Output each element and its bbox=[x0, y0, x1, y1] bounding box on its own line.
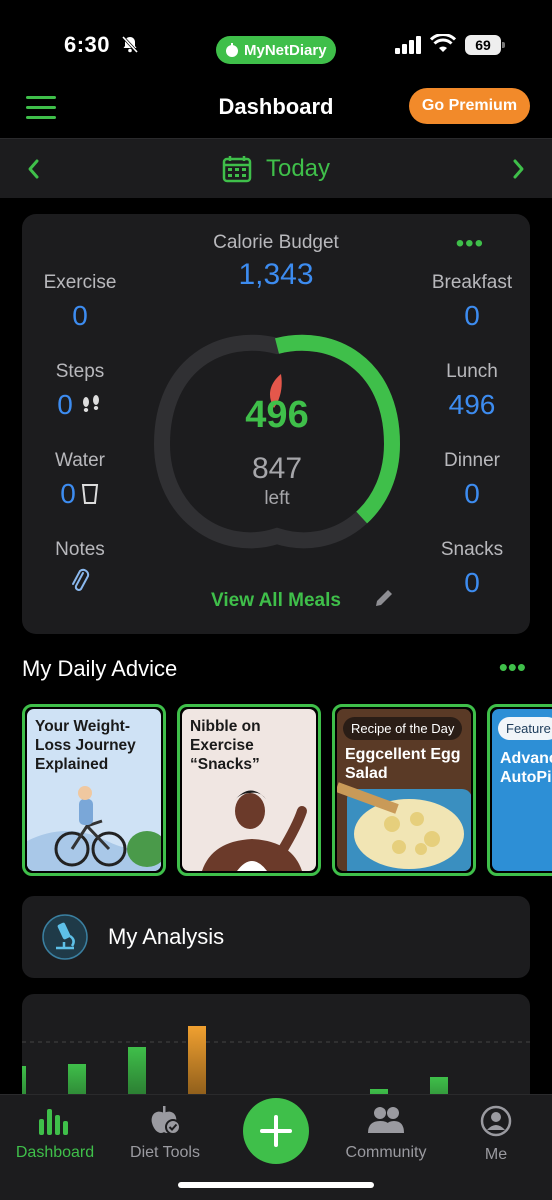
my-analysis-row[interactable]: My Analysis bbox=[22, 896, 530, 978]
breakfast-label: Breakfast bbox=[431, 272, 513, 293]
advice-tile-title: Nibble on Exercise “Snacks” bbox=[190, 718, 261, 773]
tab-dashboard[interactable]: Dashboard bbox=[0, 1105, 110, 1162]
date-selector[interactable]: Today bbox=[0, 155, 552, 183]
my-analysis-label: My Analysis bbox=[108, 924, 225, 949]
calories-left-value: 847 bbox=[251, 452, 303, 485]
water-stat[interactable]: Water 0 bbox=[20, 450, 140, 510]
wifi-icon bbox=[429, 33, 457, 59]
apple-check-icon bbox=[151, 1106, 181, 1135]
view-all-meals-link[interactable]: View All Meals bbox=[22, 590, 530, 612]
lunch-stat[interactable]: Lunch 496 bbox=[412, 361, 532, 421]
calorie-budget-label: Calorie Budget bbox=[213, 232, 339, 253]
microscope-icon bbox=[42, 914, 88, 965]
tab-label: Community bbox=[345, 1144, 427, 1161]
apple-logo-icon bbox=[226, 43, 238, 57]
status-bar: 6:30 MyNet Diary 69 bbox=[0, 0, 552, 78]
dinner-stat[interactable]: Dinner 0 bbox=[412, 450, 532, 510]
advice-tile-recipe[interactable]: Recipe of the Day Eggcellent Egg Salad bbox=[332, 704, 476, 876]
exercise-stat[interactable]: Exercise 0 bbox=[20, 272, 140, 332]
water-glass-icon bbox=[81, 484, 98, 504]
calories-left-label: left bbox=[264, 488, 290, 509]
brand-my: MyNet bbox=[244, 41, 290, 59]
tab-me[interactable]: Me bbox=[441, 1105, 551, 1164]
tab-label: Dashboard bbox=[15, 1144, 95, 1161]
add-entry-button[interactable] bbox=[243, 1098, 309, 1164]
calories-eaten: 496 bbox=[245, 394, 309, 436]
app-brand-pill: MyNet Diary bbox=[216, 36, 336, 64]
dinner-label: Dinner bbox=[444, 450, 500, 471]
calorie-summary-card: ••• Calorie Budget 1,343 Exercise 0 Step… bbox=[22, 214, 530, 634]
footprints-icon bbox=[82, 395, 99, 412]
cellular-signal-icon bbox=[395, 36, 423, 59]
bell-muted-icon bbox=[120, 34, 140, 59]
water-value: 0 bbox=[60, 478, 76, 509]
calendar-icon bbox=[222, 156, 252, 183]
steps-stat[interactable]: Steps 0 bbox=[20, 361, 140, 421]
app-header: Dashboard Go Premium bbox=[0, 78, 552, 138]
notes-stat[interactable]: Notes bbox=[20, 539, 140, 595]
battery-indicator: 69 bbox=[465, 35, 505, 55]
advice-tile-title: Your Weight-Loss Journey Explained bbox=[35, 718, 136, 773]
steps-label: Steps bbox=[55, 361, 105, 382]
feature-badge: Feature bbox=[498, 717, 552, 740]
tab-community[interactable]: Community bbox=[331, 1105, 441, 1162]
date-navigation: Today bbox=[0, 138, 552, 198]
tab-label: Me bbox=[484, 1146, 508, 1163]
people-icon bbox=[368, 1107, 404, 1133]
breakfast-stat[interactable]: Breakfast 0 bbox=[412, 272, 532, 332]
date-label: Today bbox=[265, 155, 331, 182]
user-profile-icon bbox=[480, 1105, 512, 1137]
dinner-value: 0 bbox=[464, 478, 480, 509]
flexing-woman-illustration bbox=[202, 790, 307, 871]
snacks-label: Snacks bbox=[440, 539, 504, 560]
water-label: Water bbox=[55, 450, 105, 471]
daily-advice-title: My Daily Advice bbox=[22, 656, 178, 681]
breakfast-value: 0 bbox=[464, 300, 480, 331]
advice-tile-title: Advanced AutoPilot bbox=[500, 750, 552, 786]
recipe-of-day-badge: Recipe of the Day bbox=[343, 717, 463, 740]
advice-tile-weight-loss[interactable]: Your Weight-Loss Journey Explained bbox=[22, 704, 166, 876]
cyclist-illustration bbox=[27, 786, 161, 871]
plus-icon bbox=[260, 1115, 292, 1147]
lunch-value: 496 bbox=[448, 389, 496, 420]
advice-more-icon[interactable]: ••• bbox=[499, 652, 526, 683]
advice-tile-feature[interactable]: Feature Advanced AutoPilot bbox=[487, 704, 552, 876]
exercise-label: Exercise bbox=[43, 272, 117, 293]
status-time: 6:30 bbox=[64, 32, 111, 57]
exercise-value: 0 bbox=[72, 300, 88, 331]
tab-diet-tools[interactable]: Diet Tools bbox=[110, 1105, 220, 1162]
notes-label: Notes bbox=[55, 539, 105, 560]
chevron-right-icon[interactable] bbox=[506, 155, 530, 183]
advice-carousel[interactable]: Your Weight-Loss Journey Explained Nibbl… bbox=[22, 704, 552, 878]
advice-tile-exercise-snacks[interactable]: Nibble on Exercise “Snacks” bbox=[177, 704, 321, 876]
pencil-edit-icon[interactable] bbox=[372, 586, 396, 615]
bar-chart-icon bbox=[39, 1109, 68, 1135]
tab-label: Diet Tools bbox=[130, 1144, 200, 1161]
brand-diary: Diary bbox=[289, 41, 327, 59]
home-indicator bbox=[178, 1182, 374, 1188]
advice-tile-title: Eggcellent Egg Salad bbox=[345, 746, 461, 782]
lunch-label: Lunch bbox=[446, 361, 498, 382]
go-premium-button[interactable]: Go Premium bbox=[409, 88, 530, 124]
steps-value: 0 bbox=[57, 389, 73, 420]
